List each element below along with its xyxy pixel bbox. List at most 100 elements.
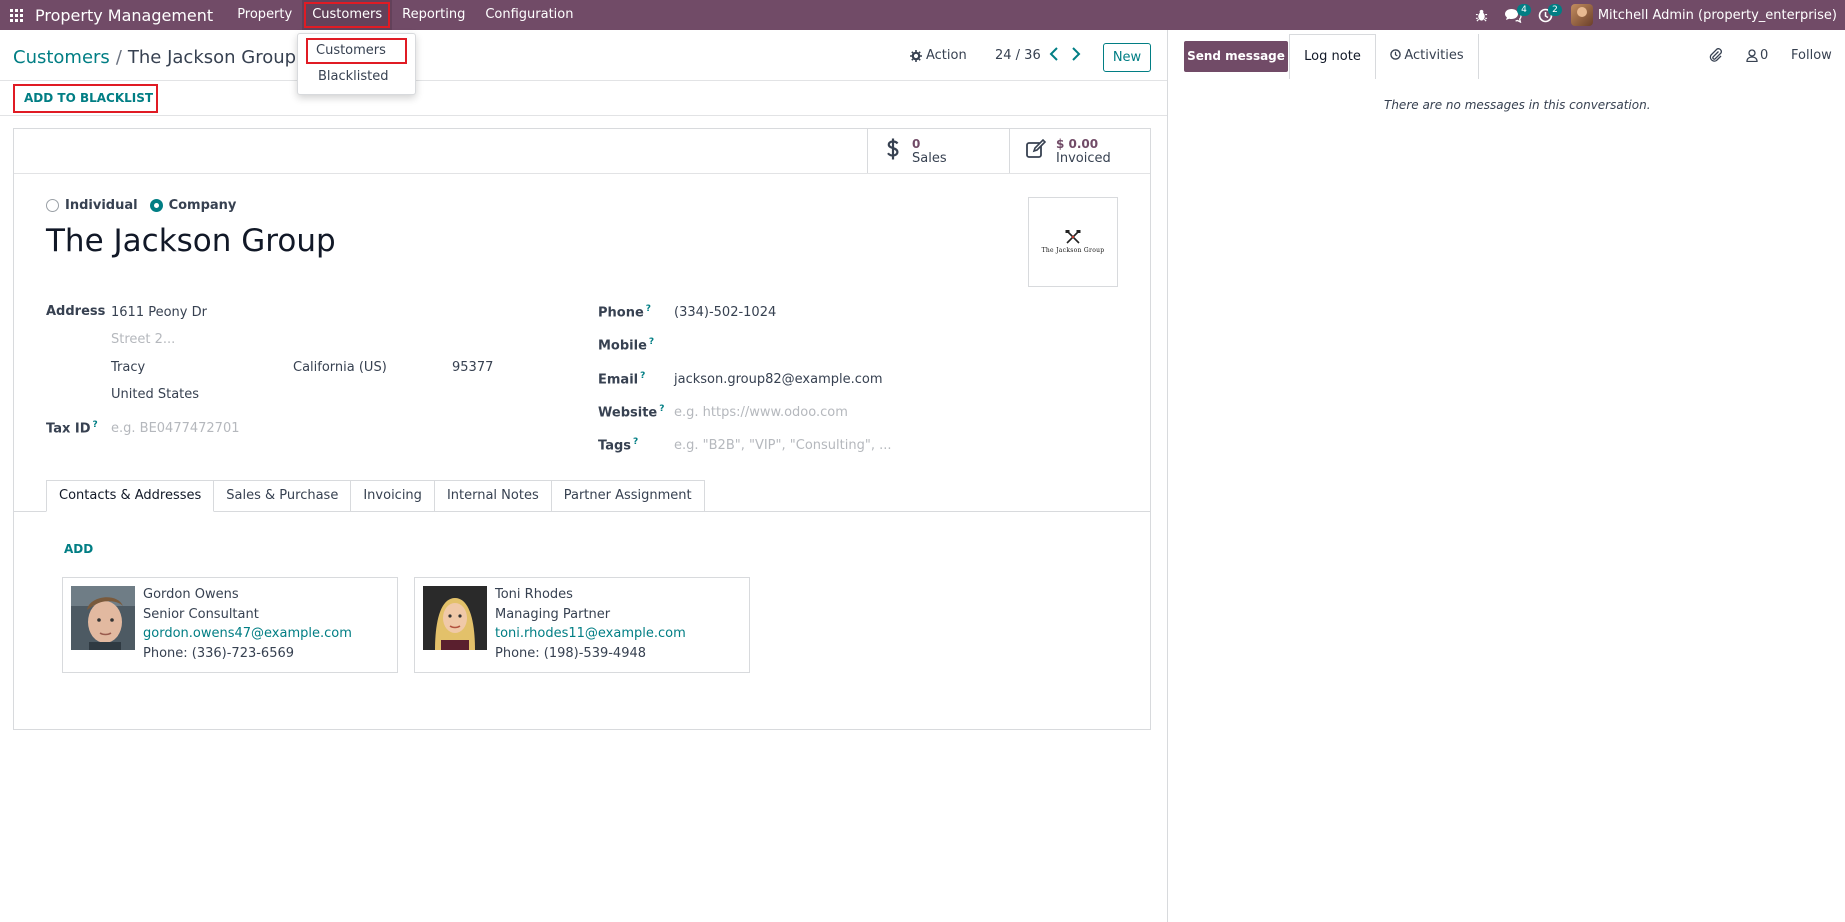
contact-photo xyxy=(423,586,487,650)
tags-field[interactable]: e.g. "B2B", "VIP", "Consulting", ... xyxy=(674,438,891,453)
activities-label: Activities xyxy=(1404,48,1464,63)
website-label-text: Website xyxy=(598,405,658,421)
tab-invoicing[interactable]: Invoicing xyxy=(351,480,435,512)
action-label: Action xyxy=(926,48,967,63)
tags-label-text: Tags xyxy=(598,438,632,454)
apps-grid-icon[interactable] xyxy=(0,0,32,30)
email-label-text: Email xyxy=(598,372,639,388)
sales-smart-button[interactable]: 0 Sales xyxy=(867,129,1009,173)
logo-text: The Jackson Group xyxy=(1041,247,1105,254)
bug-icon[interactable] xyxy=(1467,0,1496,30)
add-to-blacklist-button[interactable]: ADD TO BLACKLIST xyxy=(13,84,158,113)
activities-button[interactable]: Activities xyxy=(1376,34,1479,79)
menu-property[interactable]: Property xyxy=(227,0,302,30)
navbar-systray: 4 2 Mitchell Admin (property_enterprise) xyxy=(1467,0,1845,30)
statusbar-divider xyxy=(0,115,1167,116)
tab-sales-purchase[interactable]: Sales & Purchase xyxy=(214,480,352,512)
phone-label-text: Phone xyxy=(598,305,644,321)
sales-label: Sales xyxy=(912,150,947,166)
contact-card[interactable]: Toni Rhodes Managing Partner toni.rhodes… xyxy=(414,577,750,673)
tab-contacts-addresses[interactable]: Contacts & Addresses xyxy=(46,480,215,512)
sales-value: 0 xyxy=(912,136,921,151)
empty-conversation-text: There are no messages in this conversati… xyxy=(1384,98,1651,112)
clock-icon xyxy=(1390,49,1402,60)
partner-name[interactable]: The Jackson Group xyxy=(46,223,336,259)
log-note-button[interactable]: Log note xyxy=(1289,34,1376,79)
dropdown-item-blacklisted[interactable]: Blacklisted xyxy=(298,64,415,90)
contact-name: Gordon Owens xyxy=(143,587,239,602)
contact-phone: Phone: (336)-723-6569 xyxy=(143,646,295,661)
contact-email[interactable]: toni.rhodes11@example.com xyxy=(495,626,686,641)
messages-badge: 4 xyxy=(1517,4,1531,16)
tab-partner-assignment[interactable]: Partner Assignment xyxy=(551,480,705,512)
tab-internal-notes[interactable]: Internal Notes xyxy=(434,480,552,512)
clock-icon[interactable]: 2 xyxy=(1530,0,1562,30)
contact-name: Toni Rhodes xyxy=(495,587,573,602)
radio-individual[interactable] xyxy=(46,199,59,212)
top-navbar: Property Management Property Customers R… xyxy=(0,0,1845,30)
phone-field[interactable]: (334)-502-1024 xyxy=(674,305,776,320)
street2-field[interactable]: Street 2... xyxy=(111,332,175,347)
radio-company-label[interactable]: Company xyxy=(169,198,237,213)
pager-value[interactable]: 24 / 36 xyxy=(995,48,1041,63)
activities-badge: 2 xyxy=(1548,4,1562,16)
contact-phone: Phone: (198)-539-4948 xyxy=(495,646,647,661)
edit-invoice-icon xyxy=(1026,138,1048,163)
app-name[interactable]: Property Management xyxy=(35,6,213,25)
contact-job-title: Managing Partner xyxy=(495,607,611,622)
chat-icon[interactable]: 4 xyxy=(1496,0,1531,30)
dropdown-item-customers[interactable]: Customers xyxy=(306,38,407,64)
paperclip-icon[interactable] xyxy=(1709,48,1723,62)
menu-configuration[interactable]: Configuration xyxy=(475,0,583,30)
user-icon xyxy=(1746,49,1758,62)
add-contact-button[interactable]: ADD xyxy=(64,542,93,556)
help-icon[interactable]: ? xyxy=(633,437,638,447)
new-button[interactable]: New xyxy=(1103,43,1151,72)
company-logo[interactable]: The Jackson Group xyxy=(1028,197,1118,287)
followers-count: 0 xyxy=(1760,48,1769,63)
chatter-divider xyxy=(1167,30,1168,922)
invoiced-value: $ 0.00 xyxy=(1056,136,1099,151)
breadcrumb-parent[interactable]: Customers xyxy=(13,47,110,68)
help-icon[interactable]: ? xyxy=(646,304,651,314)
control-panel-divider xyxy=(0,80,1167,81)
dollar-icon xyxy=(886,137,900,165)
radio-company[interactable] xyxy=(149,199,163,212)
help-icon[interactable]: ? xyxy=(640,371,645,381)
country-field[interactable]: United States xyxy=(111,387,199,402)
contact-photo xyxy=(71,586,135,650)
follow-button[interactable]: Follow xyxy=(1791,48,1832,63)
help-icon[interactable]: ? xyxy=(659,404,664,414)
state-field[interactable]: California (US) xyxy=(293,360,387,375)
followers-button[interactable]: 0 xyxy=(1746,48,1768,63)
radio-individual-label[interactable]: Individual xyxy=(65,198,138,213)
action-button[interactable]: Action xyxy=(910,48,967,63)
mobile-label: Mobile? xyxy=(598,337,654,353)
zip-field[interactable]: 95377 xyxy=(452,360,493,375)
menu-customers[interactable]: Customers xyxy=(302,0,393,30)
website-field[interactable]: e.g. https://www.odoo.com xyxy=(674,405,848,420)
website-label: Website? xyxy=(598,404,664,420)
taxid-label-text: Tax ID xyxy=(46,421,91,437)
help-icon[interactable]: ? xyxy=(649,337,654,347)
contact-email[interactable]: gordon.owens47@example.com xyxy=(143,626,352,641)
contact-card[interactable]: Gordon Owens Senior Consultant gordon.ow… xyxy=(62,577,398,673)
menu-reporting[interactable]: Reporting xyxy=(392,0,475,30)
mobile-label-text: Mobile xyxy=(598,338,647,354)
breadcrumb: Customers / The Jackson Group xyxy=(13,47,296,68)
taxid-field[interactable]: e.g. BE0477472701 xyxy=(111,421,240,436)
street-field[interactable]: 1611 Peony Dr xyxy=(111,305,207,320)
taxid-label: Tax ID? xyxy=(46,420,98,436)
city-field[interactable]: Tracy xyxy=(111,360,145,375)
invoiced-smart-button[interactable]: $ 0.00 Invoiced xyxy=(1009,129,1151,173)
breadcrumb-current: The Jackson Group xyxy=(127,47,297,68)
chevron-right-icon[interactable] xyxy=(1071,46,1081,65)
user-avatar xyxy=(1570,4,1593,26)
chevron-left-icon[interactable] xyxy=(1049,46,1059,65)
send-message-button[interactable]: Send message xyxy=(1184,41,1288,72)
email-field[interactable]: jackson.group82@example.com xyxy=(674,372,883,387)
user-name: Mitchell Admin (property_enterprise) xyxy=(1597,7,1837,23)
customers-dropdown: Customers Blacklisted xyxy=(297,33,416,95)
help-icon[interactable]: ? xyxy=(93,420,98,430)
user-menu[interactable]: Mitchell Admin (property_enterprise) xyxy=(1561,4,1837,26)
